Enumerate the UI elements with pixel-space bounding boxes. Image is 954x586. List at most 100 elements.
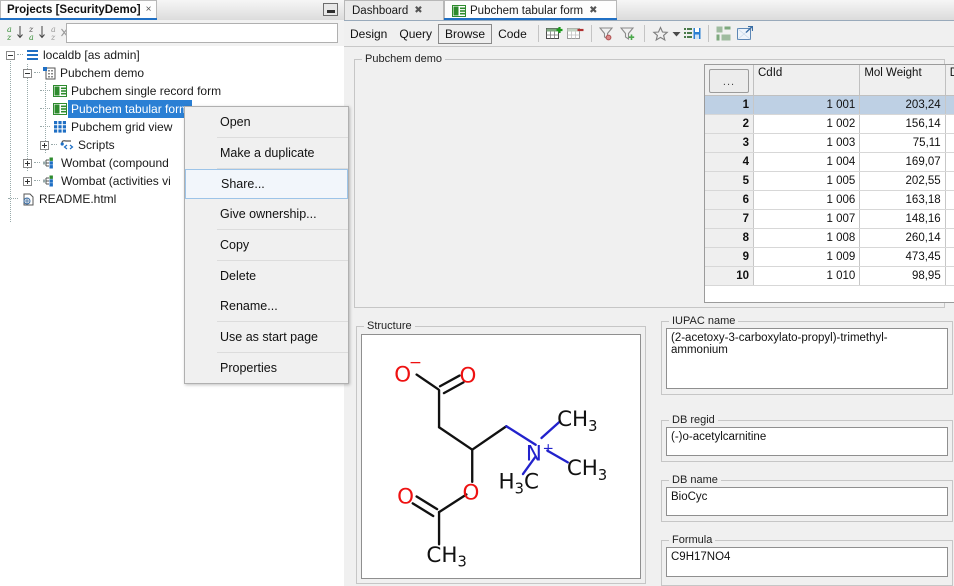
column-header-cdid[interactable]: CdId: [754, 65, 860, 96]
expander-collapse-icon[interactable]: [23, 69, 32, 78]
data-grid[interactable]: ... CdId Mol Weight Donors Acceptors Rot…: [704, 64, 954, 303]
menu-item-share[interactable]: Share...: [185, 169, 348, 199]
cell-cdid[interactable]: 1 008: [754, 229, 860, 248]
cell-donors[interactable]: 3: [945, 115, 954, 134]
field-value-db-regid[interactable]: (-)o-acetylcarnitine: [666, 427, 948, 456]
export-icon[interactable]: [735, 24, 756, 44]
tree-filter-input[interactable]: [66, 23, 338, 43]
expander-expand-icon[interactable]: [23, 177, 32, 186]
cell-cdid[interactable]: 1 005: [754, 172, 860, 191]
cell-cdid[interactable]: 1 006: [754, 191, 860, 210]
table-row[interactable]: 5 1 005 202,55 0 4 0 2,33: [705, 172, 954, 191]
sort-ascending-icon[interactable]: a z: [6, 23, 26, 43]
cell-molweight[interactable]: 163,18: [860, 191, 945, 210]
table-row[interactable]: 4 1 004 169,07 3 6 4 -0,84: [705, 153, 954, 172]
expander-expand-icon[interactable]: [23, 159, 32, 168]
expander-collapse-icon[interactable]: [6, 51, 15, 60]
grid-corner-header[interactable]: ...: [705, 65, 754, 96]
cell-cdid[interactable]: 1 010: [754, 267, 860, 286]
row-number[interactable]: 9: [705, 248, 754, 267]
clear-filter-icon[interactable]: [597, 24, 618, 44]
context-menu[interactable]: Open Make a duplicate Share... Give owne…: [184, 106, 349, 384]
menu-item-give-ownership[interactable]: Give ownership...: [185, 199, 348, 229]
table-row[interactable]: 9 1 009 473,45 7 12 9 -1,04: [705, 248, 954, 267]
tab-dashboard[interactable]: Dashboard ✖: [344, 0, 444, 20]
table-row[interactable]: 10 1 010 98,95 0 0 1 1,52: [705, 267, 954, 286]
row-number[interactable]: 5: [705, 172, 754, 191]
menu-item-open[interactable]: Open: [185, 107, 348, 137]
table-row[interactable]: 7 1 007 148,16 3 4 3 0,22: [705, 210, 954, 229]
table-row[interactable]: 1 1 001 203,24 0 4 5 3,41: [705, 96, 954, 115]
menu-item-use-as-start-page[interactable]: Use as start page: [185, 322, 348, 352]
menu-item-make-a-duplicate[interactable]: Make a duplicate: [185, 138, 348, 168]
structure-viewer[interactable]: O − O O O N + CH3 CH3 H3C CH3: [361, 334, 641, 579]
cell-molweight[interactable]: 148,16: [860, 210, 945, 229]
cell-donors[interactable]: 0: [945, 267, 954, 286]
row-number[interactable]: 2: [705, 115, 754, 134]
cell-donors[interactable]: 3: [945, 210, 954, 229]
tab-pubchem-tabular-form[interactable]: Pubchem tabular form ✖: [444, 0, 617, 20]
field-value-iupac-name[interactable]: (2-acetoxy-3-carboxylato-propyl)-trimeth…: [666, 328, 948, 389]
table-row[interactable]: 3 1 003 75,11 2 2 1 -0,84: [705, 134, 954, 153]
row-number[interactable]: 3: [705, 134, 754, 153]
minimize-button[interactable]: [323, 3, 338, 16]
data-grid-table[interactable]: ... CdId Mol Weight Donors Acceptors Rot…: [705, 65, 954, 286]
table-row[interactable]: 2 1 002 156,14 3 4 1 -0,31: [705, 115, 954, 134]
cell-cdid[interactable]: 1 007: [754, 210, 860, 229]
close-icon[interactable]: ×: [146, 5, 152, 15]
cell-molweight[interactable]: 202,55: [860, 172, 945, 191]
column-header-molweight[interactable]: Mol Weight: [860, 65, 945, 96]
layout-icon[interactable]: [714, 24, 735, 44]
row-number[interactable]: 6: [705, 191, 754, 210]
cell-cdid[interactable]: 1 002: [754, 115, 860, 134]
cell-donors[interactable]: 2: [945, 134, 954, 153]
menu-item-properties[interactable]: Properties: [185, 353, 348, 383]
row-number[interactable]: 8: [705, 229, 754, 248]
column-header-donors[interactable]: Donors: [945, 65, 954, 96]
expander-expand-icon[interactable]: [40, 141, 49, 150]
cell-donors[interactable]: 1: [945, 191, 954, 210]
menu-item-rename[interactable]: Rename...: [185, 291, 348, 321]
cell-donors[interactable]: 0: [945, 96, 954, 115]
sort-descending-icon[interactable]: z a: [28, 23, 48, 43]
table-row[interactable]: 6 1 006 163,18 1 5 1 0,09: [705, 191, 954, 210]
column-chooser-button[interactable]: ...: [709, 69, 749, 93]
cell-donors[interactable]: 3: [945, 153, 954, 172]
tree-item-pubchem-demo[interactable]: Pubchem demo: [0, 64, 344, 82]
row-number[interactable]: 4: [705, 153, 754, 172]
cell-molweight[interactable]: 75,11: [860, 134, 945, 153]
cell-donors[interactable]: 7: [945, 248, 954, 267]
tree-item-localdb[interactable]: localdb [as admin]: [0, 46, 344, 64]
cell-molweight[interactable]: 473,45: [860, 248, 945, 267]
add-filter-icon[interactable]: [618, 24, 639, 44]
cell-cdid[interactable]: 1 003: [754, 134, 860, 153]
row-number[interactable]: 10: [705, 267, 754, 286]
tab-projects[interactable]: Projects [SecurityDemo] ×: [0, 0, 157, 19]
row-number[interactable]: 1: [705, 96, 754, 115]
mode-code-button[interactable]: Code: [492, 24, 533, 44]
delete-row-icon[interactable]: [565, 24, 586, 44]
menu-item-delete[interactable]: Delete: [185, 261, 348, 291]
favorite-star-icon[interactable]: [650, 24, 671, 44]
row-number[interactable]: 7: [705, 210, 754, 229]
mode-design-button[interactable]: Design: [344, 24, 393, 44]
save-list-icon[interactable]: [682, 24, 703, 44]
tree-item-pubchem-single-record-form[interactable]: Pubchem single record form: [0, 82, 344, 100]
cell-cdid[interactable]: 1 009: [754, 248, 860, 267]
close-icon[interactable]: ✖: [589, 5, 597, 16]
close-icon[interactable]: ✖: [414, 5, 422, 16]
cell-molweight[interactable]: 156,14: [860, 115, 945, 134]
mode-query-button[interactable]: Query: [393, 24, 438, 44]
cell-cdid[interactable]: 1 001: [754, 96, 860, 115]
cell-molweight[interactable]: 260,14: [860, 229, 945, 248]
table-row[interactable]: 8 1 008 260,14 7 9 2 0,22: [705, 229, 954, 248]
cell-molweight[interactable]: 203,24: [860, 96, 945, 115]
field-value-db-name[interactable]: BioCyc: [666, 487, 948, 516]
mode-browse-button[interactable]: Browse: [438, 24, 492, 44]
field-value-formula[interactable]: C9H17NO4: [666, 547, 948, 577]
add-row-icon[interactable]: [544, 24, 565, 44]
cell-molweight[interactable]: 169,07: [860, 153, 945, 172]
menu-item-copy[interactable]: Copy: [185, 230, 348, 260]
favorite-dropdown-icon[interactable]: [671, 24, 682, 44]
cell-cdid[interactable]: 1 004: [754, 153, 860, 172]
